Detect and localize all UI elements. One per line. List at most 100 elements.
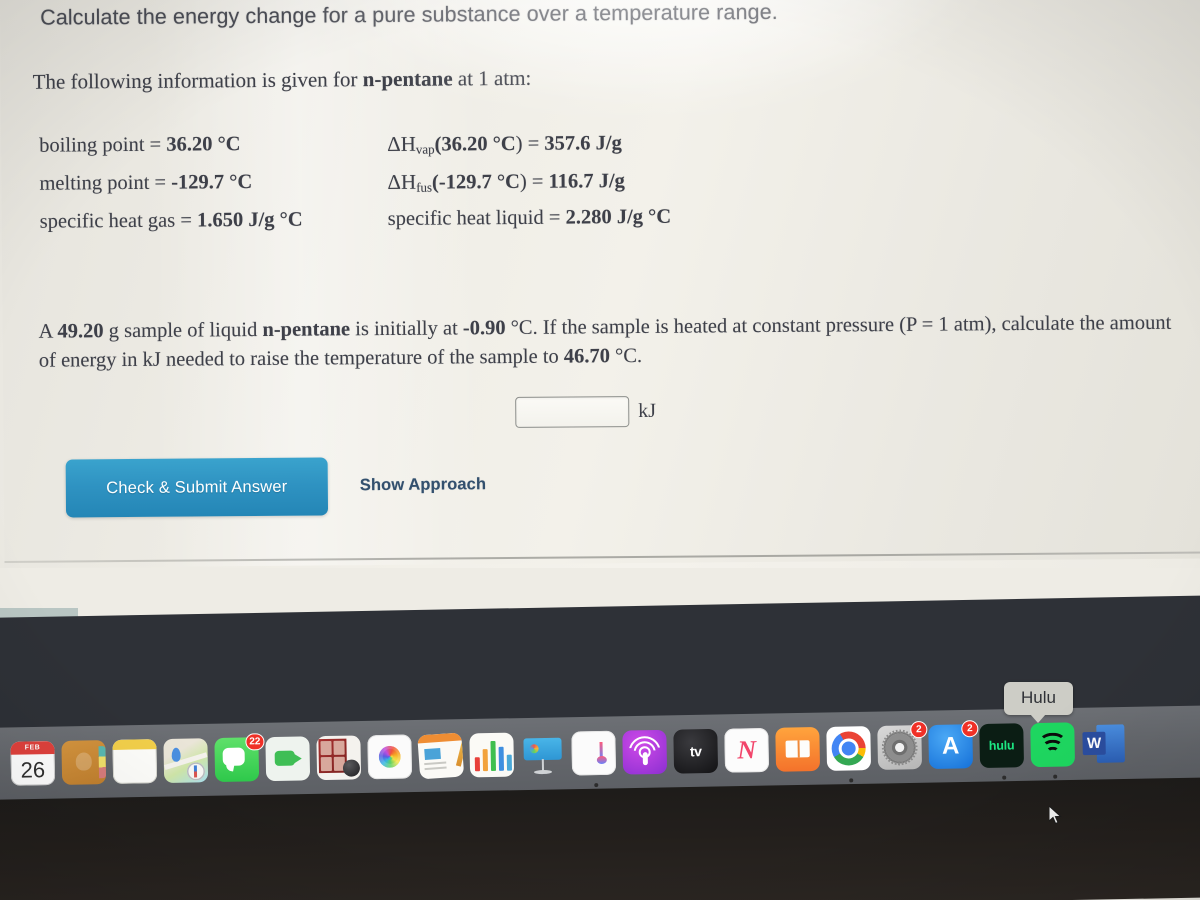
delta-h-fus-symbol: ΔH: [387, 169, 417, 194]
keynote-board-glyph: [523, 737, 562, 760]
dock-item-microsoft-word[interactable]: W: [1081, 721, 1129, 769]
delta-h-vap-subscript: vap: [415, 141, 435, 157]
dock-item-pages[interactable]: [417, 731, 466, 781]
pages-line-2: [424, 766, 447, 770]
dock-item-messages[interactable]: 22: [214, 732, 265, 785]
question-initial-temperature: -0.90: [462, 317, 506, 340]
dock-tooltip: Hulu: [1004, 682, 1073, 723]
pages-line-1: [424, 761, 447, 765]
maps-pin-glyph: [171, 747, 181, 762]
dock-item-app-store[interactable]: A 2: [928, 719, 979, 772]
chrome-running-indicator: [848, 777, 853, 782]
hulu-running-indicator: [1001, 775, 1006, 780]
dock-item-calendar[interactable]: FEB 26: [10, 740, 58, 788]
dock-item-facetime[interactable]: [265, 735, 313, 784]
dock-item-spotify[interactable]: [1030, 721, 1078, 779]
dock-item-chrome[interactable]: [826, 725, 874, 782]
books-icon: [775, 726, 821, 772]
dock-item-photo-booth[interactable]: [316, 734, 364, 783]
calendar-icon: FEB 26: [10, 740, 56, 786]
calendar-month: FEB: [10, 740, 55, 755]
data-row-melting-point: melting point = -129.7 °C ΔHfus(-129.7 °…: [39, 167, 799, 211]
contacts-tabs-glyph: [98, 745, 107, 778]
specific-heat-liquid-value: 2.280 J/g °C: [565, 205, 672, 229]
delta-h-fus-equals: ) =: [519, 170, 549, 193]
app-store-label: A: [941, 731, 960, 760]
music-running-indicator: [593, 782, 598, 787]
data-row-specific-heats: specific heat gas = 1.650 J/g °C specifi…: [40, 205, 800, 249]
page-title: Calculate the energy change for a pure s…: [40, 0, 778, 30]
notes-header-band: [112, 738, 157, 750]
delta-h-vap-value: 357.6 J/g: [544, 132, 622, 155]
dock-item-apple-tv[interactable]: tv: [673, 728, 721, 776]
contacts-person-glyph: [75, 751, 92, 771]
question-part-5: °C.: [609, 344, 643, 368]
dock-item-maps[interactable]: [163, 737, 211, 786]
keynote-base-glyph: [534, 769, 553, 774]
apple-tv-icon: tv: [673, 728, 719, 774]
specific-heat-gas-value: 1.650 J/g °C: [196, 208, 303, 232]
question-part-2: g sample of liquid: [103, 318, 263, 343]
news-icon: N: [724, 727, 770, 773]
apple-tv-label: tv: [689, 742, 702, 759]
system-preferences-badge: 2: [910, 720, 928, 738]
question-final-temperature: 46.70: [563, 345, 611, 368]
show-approach-link[interactable]: Show Approach: [360, 475, 486, 495]
facetime-icon: [265, 735, 311, 781]
desktop-area: FEB 26 22 tv N 2 A 2 hulu W: [0, 568, 1200, 900]
question-substance: n-pentane: [262, 318, 351, 341]
maps-icon: [163, 737, 209, 783]
dock-item-hulu[interactable]: hulu: [979, 722, 1027, 780]
dock-item-news[interactable]: N: [724, 727, 772, 775]
keynote-icon: [520, 731, 565, 776]
dock-item-books[interactable]: [775, 726, 823, 774]
spotify-icon: [1030, 721, 1076, 767]
melting-point-value: -129.7 °C: [171, 171, 253, 194]
dock-item-contacts[interactable]: [61, 739, 109, 788]
keynote-stand-glyph: [541, 758, 545, 771]
photos-pinwheel-glyph: [382, 748, 398, 765]
photographed-screen: Calculate the energy change for a pure s…: [0, 0, 1200, 900]
pages-image-block: [424, 747, 441, 760]
specific-heat-gas-cell: specific heat gas = 1.650 J/g °C: [40, 209, 303, 234]
books-open-book-glyph: [785, 740, 810, 758]
dock-item-notes[interactable]: [112, 738, 160, 787]
specific-heat-gas-label: specific heat gas =: [39, 209, 198, 233]
answer-entry-row: kJ: [515, 396, 656, 428]
check-and-submit-answer-button[interactable]: Check & Submit Answer: [65, 457, 329, 518]
dock-item-system-preferences[interactable]: 2: [877, 720, 928, 773]
specific-heat-liquid-cell: specific heat liquid = 2.280 J/g °C: [388, 206, 672, 231]
boiling-point-label: boiling point =: [39, 133, 167, 157]
word-icon: W: [1081, 721, 1126, 766]
melting-point-label: melting point =: [39, 171, 172, 195]
dock-item-numbers[interactable]: [469, 732, 517, 780]
chrome-wheel-glyph: [831, 730, 866, 766]
dock-item-podcasts[interactable]: [622, 729, 670, 777]
data-row-boiling-point: boiling point = 36.20 °C ΔHvap(36.20 °C)…: [39, 129, 799, 173]
delta-h-fus-cell: ΔHfus(-129.7 °C) = 116.7 J/g: [387, 168, 625, 196]
dock-item-music[interactable]: [571, 730, 619, 787]
photo-booth-icon: [316, 734, 362, 780]
delta-h-fus-subscript: fus: [416, 179, 433, 195]
answer-input[interactable]: [515, 396, 630, 428]
dock-item-photos[interactable]: [367, 733, 415, 782]
gear-glyph: [885, 732, 914, 762]
spotify-running-indicator: [1052, 774, 1057, 779]
music-icon: [571, 730, 617, 776]
boiling-point-value: 36.20 °C: [166, 133, 241, 156]
delta-h-vap-symbol: ΔH: [387, 131, 416, 156]
photos-icon: [367, 733, 413, 779]
numbers-icon: [469, 732, 515, 777]
notes-icon: [112, 738, 158, 784]
given-intro-post: at 1 atm:: [452, 65, 532, 91]
delta-h-fus-temperature: -129.7 °C: [438, 170, 521, 194]
pages-header-band: [417, 731, 462, 744]
mouse-cursor: [1049, 806, 1062, 825]
spotify-wave-3: [1046, 746, 1060, 757]
hulu-icon: hulu: [979, 722, 1025, 768]
dock-item-keynote[interactable]: [520, 731, 568, 779]
app-store-badge: 2: [961, 719, 979, 737]
question-sample-mass: 49.20: [57, 320, 104, 343]
podcasts-icon: [622, 729, 668, 775]
maps-compass-glyph: [186, 761, 206, 781]
